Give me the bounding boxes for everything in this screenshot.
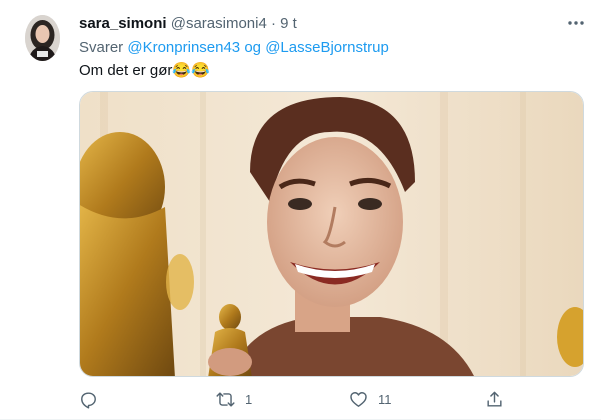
retweet-button[interactable]: 1 <box>216 387 252 411</box>
user-handle[interactable]: @sarasimoni4 <box>171 15 267 32</box>
timestamp[interactable]: 9 t <box>280 15 297 32</box>
mention-link[interactable]: @LasseBjornstrup <box>265 39 389 56</box>
share-button[interactable] <box>485 387 504 411</box>
retweet-icon <box>216 391 235 407</box>
more-icon <box>568 21 584 25</box>
reply-icon <box>81 391 96 409</box>
heart-icon <box>350 391 367 407</box>
display-name[interactable]: sara_simoni <box>79 15 167 32</box>
mention-link[interactable]: @Kronprinsen43 <box>127 39 240 56</box>
reply-button[interactable] <box>79 387 98 411</box>
avatar-image <box>25 15 60 61</box>
tweet-media[interactable] <box>79 91 584 377</box>
retweet-count: 1 <box>245 391 253 407</box>
tweet[interactable]: sara_simoni @sarasimoni4 · 9 t Svarer @K… <box>0 0 601 420</box>
like-count: 11 <box>378 391 392 407</box>
replying-prefix: Svarer <box>79 39 124 56</box>
like-button[interactable]: 11 <box>349 387 392 411</box>
separator: · <box>270 15 276 32</box>
tweet-header: sara_simoni @sarasimoni4 · 9 t <box>79 14 297 34</box>
avatar[interactable] <box>25 15 60 61</box>
media-image <box>80 92 583 376</box>
replying-to: Svarer @Kronprinsen43 og @LasseBjornstru… <box>79 38 389 58</box>
tweet-text: Om det er gør😂😂 <box>79 61 210 81</box>
more-options-button[interactable] <box>564 13 588 33</box>
emoji: 😂😂 <box>172 62 210 79</box>
tweet-text-content: Om det er gør <box>79 62 173 79</box>
share-icon <box>487 391 502 407</box>
replying-joiner: og <box>244 39 262 56</box>
tweet-actions: 1 11 <box>79 387 509 411</box>
